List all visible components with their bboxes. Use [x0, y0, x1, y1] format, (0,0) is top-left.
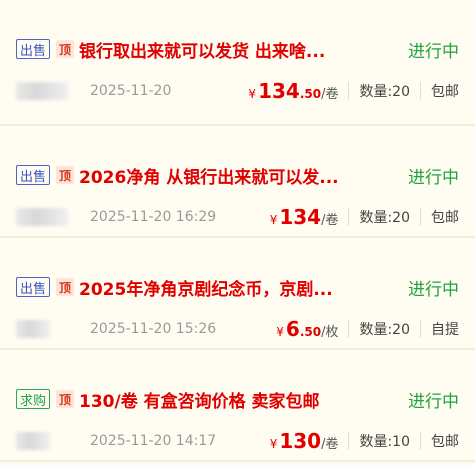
price: ¥ 6 .50 /枚 [276, 317, 338, 341]
shipping-label: 包邮 [431, 434, 459, 450]
post-time: 2025-11-20 16:29 [90, 209, 217, 225]
listing-title[interactable]: 130/卷 有盒咨询价格 卖家包邮 [79, 387, 400, 412]
price-integer: 130 [279, 429, 322, 453]
status-label: 进行中 [408, 279, 459, 300]
divider [348, 82, 350, 100]
avatar [16, 320, 50, 338]
buy-tag: 求购 [16, 389, 51, 409]
shipping-label: 包邮 [431, 210, 459, 226]
listing-header: 出售 顶 银行取出来就可以发货 出来啥... 进行中 [16, 34, 459, 64]
avatar [16, 82, 68, 100]
listing-header: 出售 顶 2026净角 从银行出来就可以发... 进行中 [16, 160, 459, 190]
price-decimal: .50 [299, 325, 322, 339]
avatar [16, 432, 50, 450]
pinned-badge: 顶 [56, 390, 75, 408]
shipping-label: 包邮 [431, 84, 459, 100]
post-time: 2025-11-20 14:17 [90, 433, 217, 449]
divider [420, 320, 421, 338]
price-unit: /枚 [321, 325, 339, 340]
listing-title[interactable]: 2025年净角京剧纪念币，京剧... [79, 275, 400, 300]
listing-list: 出售 顶 银行取出来就可以发货 出来啥... 进行中 2025-11-20 ¥ … [0, 0, 475, 462]
listing-card[interactable]: 求购 顶 130/卷 有盒咨询价格 卖家包邮 进行中 2025-11-20 14… [0, 350, 475, 462]
pinned-badge: 顶 [56, 278, 75, 296]
price: ¥ 134 /卷 [270, 205, 339, 229]
divider [348, 208, 350, 226]
pinned-badge: 顶 [56, 166, 75, 184]
listing-meta: 2025-11-20 15:26 ¥ 6 .50 /枚 数量:20 自提 [16, 316, 459, 342]
quantity-label: 数量:10 [359, 434, 410, 450]
sell-tag: 出售 [16, 165, 51, 185]
listing-meta: 2025-11-20 16:29 ¥ 134 /卷 数量:20 包邮 [16, 204, 459, 230]
price-integer: 134 [258, 79, 300, 103]
currency-symbol: ¥ [269, 213, 278, 227]
status-label: 进行中 [408, 391, 459, 412]
listing-meta: 2025-11-20 ¥ 134 .50 /卷 数量:20 包邮 [16, 78, 459, 104]
shipping-label: 自提 [431, 322, 459, 338]
divider [420, 82, 421, 100]
post-time: 2025-11-20 15:26 [90, 321, 217, 337]
price-integer: 134 [279, 205, 322, 229]
listing-header: 出售 顶 2025年净角京剧纪念币，京剧... 进行中 [16, 272, 459, 302]
listing-meta: 2025-11-20 14:17 ¥ 130 /卷 数量:10 包邮 [16, 428, 459, 454]
quantity-label: 数量:20 [359, 210, 410, 226]
listing-card[interactable]: 出售 顶 银行取出来就可以发货 出来啥... 进行中 2025-11-20 ¥ … [0, 0, 475, 126]
currency-symbol: ¥ [269, 437, 278, 451]
listing-card[interactable]: 出售 顶 2025年净角京剧纪念币，京剧... 进行中 2025-11-20 1… [0, 238, 475, 350]
status-label: 进行中 [408, 167, 459, 188]
divider [348, 320, 350, 338]
sell-tag: 出售 [16, 39, 51, 59]
quantity-label: 数量:20 [359, 322, 410, 338]
price-unit: /卷 [321, 213, 339, 228]
quantity-label: 数量:20 [359, 84, 410, 100]
avatar [16, 208, 68, 226]
listing-title[interactable]: 银行取出来就可以发货 出来啥... [79, 37, 400, 62]
price: ¥ 134 .50 /卷 [248, 79, 338, 103]
divider [420, 432, 421, 450]
currency-symbol: ¥ [276, 325, 284, 339]
currency-symbol: ¥ [248, 87, 257, 101]
price-unit: /卷 [321, 437, 339, 452]
divider [420, 208, 421, 226]
pinned-badge: 顶 [56, 40, 75, 58]
price-unit: /卷 [321, 87, 339, 102]
price: ¥ 130 /卷 [270, 429, 339, 453]
divider [348, 432, 350, 450]
status-label: 进行中 [408, 41, 459, 62]
listing-title[interactable]: 2026净角 从银行出来就可以发... [79, 163, 400, 188]
price-decimal: .50 [299, 87, 322, 101]
price-integer: 6 [285, 317, 300, 341]
sell-tag: 出售 [16, 277, 51, 297]
listing-header: 求购 顶 130/卷 有盒咨询价格 卖家包邮 进行中 [16, 384, 459, 414]
listing-card[interactable]: 出售 顶 2026净角 从银行出来就可以发... 进行中 2025-11-20 … [0, 126, 475, 238]
post-time: 2025-11-20 [90, 83, 172, 99]
